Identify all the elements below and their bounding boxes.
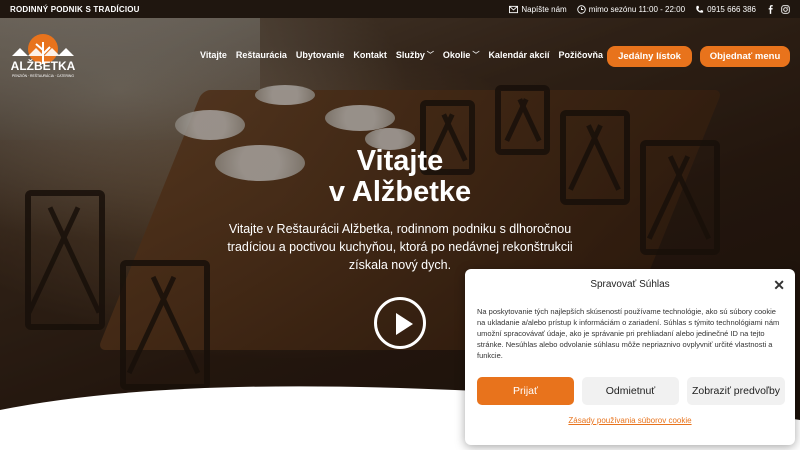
email-link[interactable]: Napíšte nám <box>509 4 567 14</box>
chevron-down-icon: ﹀ <box>472 52 480 59</box>
intro-text: Vitajte v Reštaurácii Alžbetka, rodinnom… <box>227 222 573 272</box>
nav-item-vitajte[interactable]: Vitajte <box>200 50 227 60</box>
nav-item-pozicovna[interactable]: Požičovňa <box>558 50 603 60</box>
facebook-icon[interactable] <box>766 4 775 14</box>
phone-link[interactable]: 0915 666 386 <box>695 5 756 14</box>
play-video-button[interactable] <box>374 297 426 349</box>
email-label: Napíšte nám <box>521 4 567 14</box>
nav-item-okolie[interactable]: Okolie ﹀ <box>443 50 480 60</box>
deny-button[interactable]: Odmietnuť <box>582 377 679 405</box>
cookie-title: Spravovať Súhlas <box>590 279 670 290</box>
title-line-1: Vitajte <box>356 145 444 177</box>
nav-item-ubytovanie[interactable]: Ubytovanie <box>296 50 345 60</box>
logo-mark: ALŽBETKA PENZIÓN · REŠTAURÁCIA · CATERIN… <box>11 34 76 78</box>
contact-info: Napíšte nám mimo sezónu 11:00 - 22:00 09… <box>509 5 790 14</box>
hours-label: mimo sezónu 11:00 - 22:00 <box>588 4 686 14</box>
close-icon[interactable]: ✕ <box>773 277 785 294</box>
nav-item-restauracia[interactable]: Reštaurácia <box>236 50 287 60</box>
cookie-consent-dialog: Spravovať Súhlas ✕ Na poskytovanie tých … <box>465 269 795 445</box>
top-bar: RODINNÝ PODNIK S TRADÍCIOU Napíšte nám m… <box>0 0 800 18</box>
nav-item-okolie-label: Okolie <box>442 50 471 60</box>
cookie-policy-link[interactable]: Zásady používania súborov cookie <box>465 416 795 425</box>
opening-hours: mimo sezónu 11:00 - 22:00 <box>576 4 686 14</box>
logo-name: ALŽBETKA <box>11 58 76 73</box>
chevron-down-icon: ﹀ <box>426 52 434 59</box>
nav-item-kontakt[interactable]: Kontakt <box>353 50 387 60</box>
nav-item-sluzby[interactable]: Služby ﹀ <box>396 50 434 60</box>
mail-icon <box>509 5 519 13</box>
instagram-icon[interactable] <box>781 4 790 14</box>
nav-item-kalendar[interactable]: Kalendár akcií <box>488 50 549 60</box>
phone-label: 0915 666 386 <box>707 4 756 14</box>
tagline: RODINNÝ PODNIK S TRADÍCIOU <box>10 4 140 14</box>
page-title: Vitajte v Alžbetke <box>250 146 550 208</box>
social-links <box>766 4 790 14</box>
logo-subline: PENZIÓN · REŠTAURÁCIA · CATERING <box>12 73 74 78</box>
clock-icon <box>576 4 586 14</box>
nav-item-sluzby-label: Služby <box>395 50 425 60</box>
order-menu-button[interactable]: Objednať menu <box>700 46 790 67</box>
main-menu: Vitajte Reštaurácia Ubytovanie Kontakt S… <box>200 50 603 60</box>
preferences-button[interactable]: Zobraziť predvoľby <box>687 377 785 405</box>
cookie-text: Na poskytovanie tých najlepších skúsenos… <box>477 307 780 360</box>
phone-icon <box>696 5 704 13</box>
site-logo[interactable]: ALŽBETKA PENZIÓN · REŠTAURÁCIA · CATERIN… <box>8 32 78 82</box>
title-line-2: v Alžbetke <box>328 176 472 208</box>
accept-button[interactable]: Prijať <box>477 377 574 405</box>
menu-card-button[interactable]: Jedálny lístok <box>607 46 692 67</box>
